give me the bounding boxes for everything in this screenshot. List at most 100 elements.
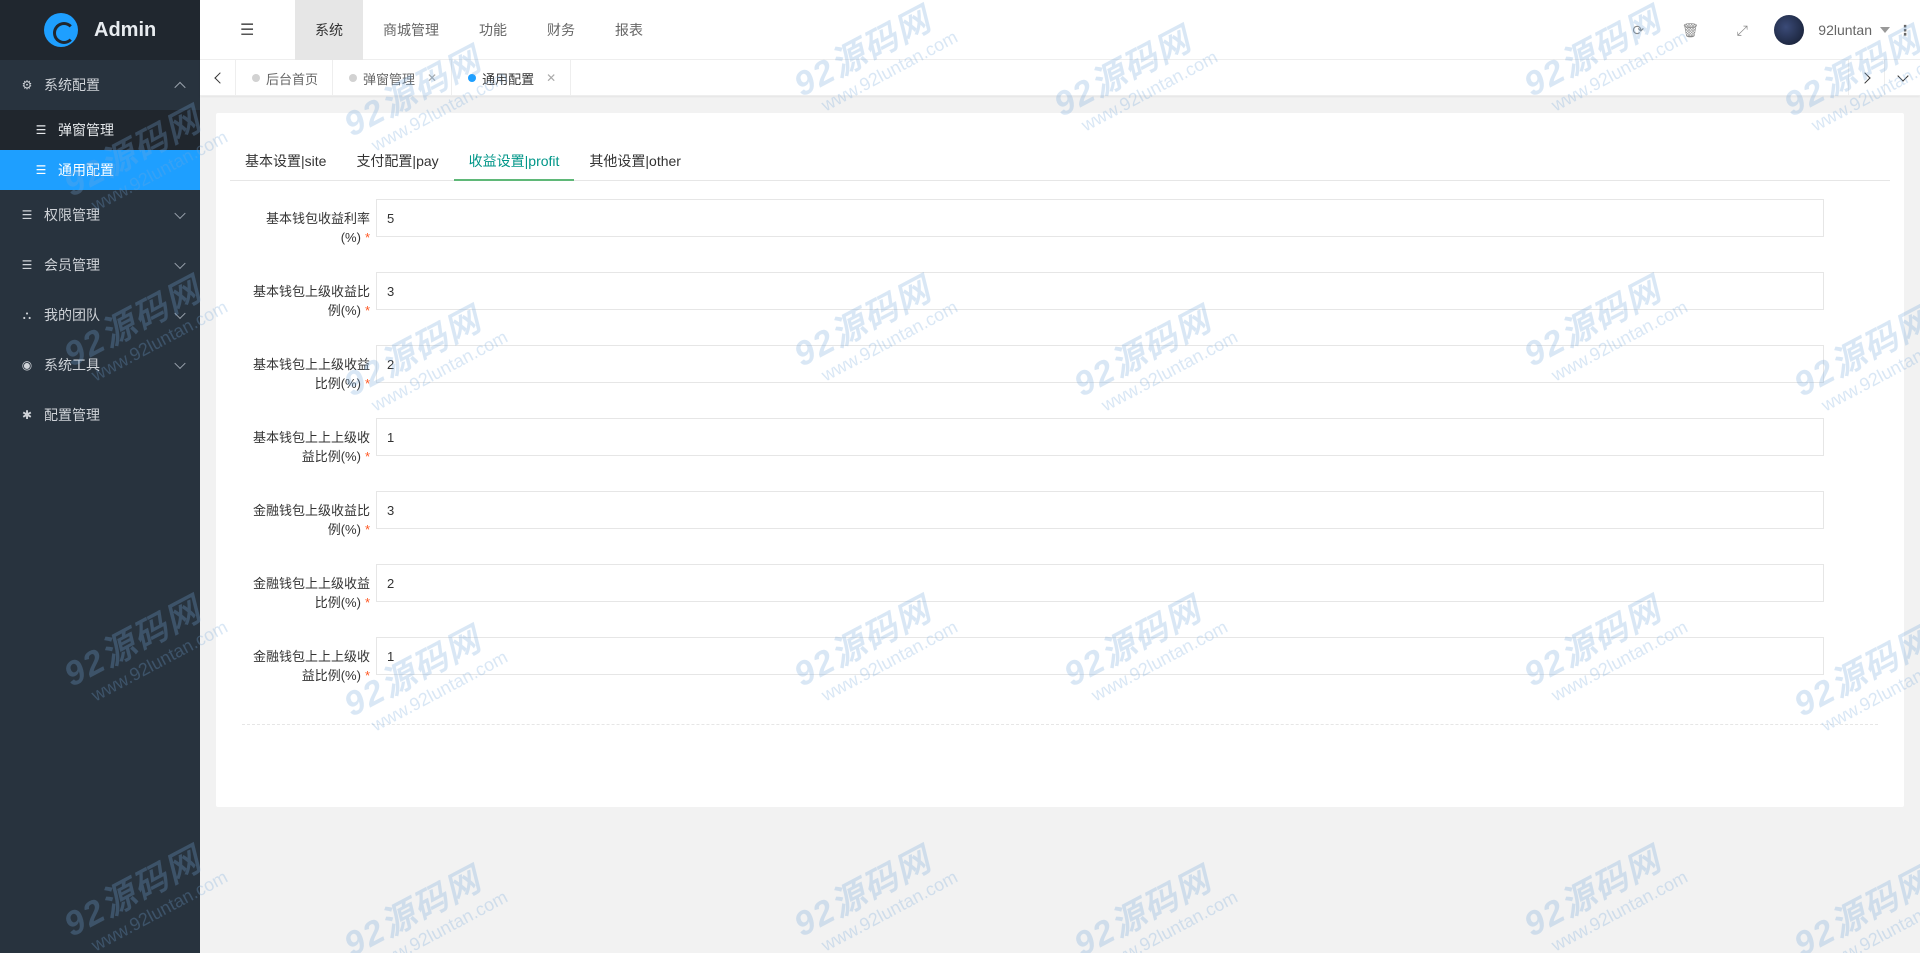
list-icon: ☰: [21, 258, 33, 272]
sidebar: Admin ⚙ 系统配置 ☰ 弹窗管理 ☰ 通用配置 ☰ 权限管理 ☰ 会员管理…: [0, 0, 200, 953]
username: 92luntan: [1818, 22, 1872, 38]
watermark: 92源码网 www.92luntan.com: [1067, 860, 1241, 953]
chevron-down-icon: [174, 257, 186, 270]
finance-wallet-level2-input[interactable]: [376, 564, 1824, 602]
form-row: 基本钱包收益利率(%) *: [246, 199, 1846, 259]
tab-pay[interactable]: 支付配置|pay: [341, 141, 453, 181]
basic-wallet-rate-input[interactable]: [376, 199, 1824, 237]
field-label: 基本钱包上级收益比例(%) *: [252, 284, 370, 318]
form-divider: [242, 724, 1878, 725]
tab-dot: [468, 74, 477, 82]
watermark: 92源码网 www.92luntan.com: [1517, 840, 1691, 953]
config-card: 基本设置|site 支付配置|pay 收益设置|profit 其他设置|othe…: [216, 113, 1904, 807]
page-tabs-bar: 后台首页 弹窗管理 ✕ 通用配置 ✕: [200, 60, 1920, 96]
field-label: 基本钱包收益利率(%) *: [265, 211, 370, 245]
nav-mall[interactable]: 商城管理: [363, 0, 459, 60]
tab-site[interactable]: 基本设置|site: [230, 141, 341, 181]
page-tab-general-config[interactable]: 通用配置 ✕: [452, 60, 572, 96]
form-row: 金融钱包上上上级收益比例(%) *: [246, 637, 1846, 697]
list-icon: ☰: [35, 163, 47, 177]
form-row: 基本钱包上上级收益比例(%) *: [246, 345, 1846, 405]
field-label: 金融钱包上上上级收益比例(%) *: [252, 649, 370, 683]
close-icon[interactable]: ✕: [546, 71, 556, 85]
chevron-up-icon: [174, 81, 186, 94]
close-icon[interactable]: ✕: [427, 71, 437, 85]
chevron-left-icon: [213, 72, 226, 84]
tab-dot: [349, 74, 358, 82]
nav-finance[interactable]: 财务: [527, 0, 595, 60]
chevron-down-icon: [174, 207, 186, 220]
trash-icon[interactable]: 🗑: [1664, 22, 1716, 39]
chevron-down-icon: [174, 307, 186, 320]
sidebar-item-members[interactable]: ☰ 会员管理: [0, 240, 200, 290]
tab-other[interactable]: 其他设置|other: [574, 141, 696, 181]
field-label: 基本钱包上上级收益比例(%) *: [252, 357, 370, 391]
page-tab-label: 通用配置: [482, 71, 535, 87]
chevron-right-icon: [1858, 72, 1871, 84]
menu-fold-icon[interactable]: ☰: [240, 20, 254, 40]
form-tabs: 基本设置|site 支付配置|pay 收益设置|profit 其他设置|othe…: [230, 141, 1890, 181]
sidebar-subitem-general-config[interactable]: ☰ 通用配置: [0, 150, 200, 190]
sidebar-item-label: 系统配置: [44, 77, 100, 93]
more-vertical-icon[interactable]: ⋮: [1890, 22, 1920, 39]
sidebar-item-label: 配置管理: [44, 407, 100, 423]
finance-wallet-level3-input[interactable]: [376, 637, 1824, 675]
brand-title: Admin: [94, 18, 157, 41]
tab-dot: [252, 74, 260, 82]
page-tab-label: 弹窗管理: [363, 71, 416, 87]
refresh-icon[interactable]: ⟳: [1612, 22, 1664, 39]
list-icon: ☰: [21, 208, 33, 222]
form-row: 基本钱包上上上级收益比例(%) *: [246, 418, 1846, 478]
form-row: 基本钱包上级收益比例(%) *: [246, 272, 1846, 332]
sidebar-item-label: 权限管理: [44, 207, 100, 223]
asterisk-icon: ✱: [21, 408, 33, 422]
header: ☰ 系统 商城管理 功能 财务 报表 ⟳ 🗑 ⤢ 92luntan ⋮: [200, 0, 1920, 60]
brand[interactable]: Admin: [0, 0, 200, 60]
avatar: [1774, 15, 1805, 45]
tabs-scroll-right-button[interactable]: [1848, 60, 1884, 96]
chevron-down-icon: [1896, 70, 1909, 82]
header-tools: ⟳ 🗑 ⤢ 92luntan ⋮: [1612, 0, 1920, 60]
sidebar-item-team[interactable]: ⛬ 我的团队: [0, 290, 200, 340]
sidebar-item-label: 系统工具: [44, 357, 100, 373]
sidebar-item-label: 会员管理: [44, 257, 100, 273]
sitemap-icon: ⛬: [22, 307, 32, 322]
watermark: 92源码网 www.92luntan.com: [787, 840, 961, 953]
nav-system[interactable]: 系统: [295, 0, 363, 60]
page-tab-popup[interactable]: 弹窗管理 ✕: [333, 60, 453, 96]
finance-wallet-level1-input[interactable]: [376, 491, 1824, 529]
tabs-scroll-left-button[interactable]: [200, 60, 236, 96]
watermark: 92源码网 www.92luntan.com: [1787, 860, 1920, 953]
page-tab-home[interactable]: 后台首页: [236, 60, 334, 96]
fullscreen-icon[interactable]: ⤢: [1716, 22, 1768, 39]
page-tab-label: 后台首页: [266, 71, 319, 87]
nav-functions[interactable]: 功能: [459, 0, 527, 60]
gears-icon: ⚙: [21, 78, 33, 92]
field-label: 金融钱包上上级收益比例(%) *: [252, 576, 370, 610]
basic-wallet-level1-input[interactable]: [376, 272, 1824, 310]
sidebar-item-label: 我的团队: [44, 307, 100, 323]
submenu-system-config: ☰ 弹窗管理 ☰ 通用配置: [0, 110, 200, 190]
basic-wallet-level2-input[interactable]: [376, 345, 1824, 383]
compass-icon: ◉: [21, 358, 33, 372]
sidebar-item-config-manage[interactable]: ✱ 配置管理: [0, 390, 200, 440]
sidebar-subitem-label: 通用配置: [58, 162, 114, 178]
nav-reports[interactable]: 报表: [595, 0, 663, 60]
user-menu[interactable]: 92luntan: [1774, 15, 1890, 45]
sidebar-item-permissions[interactable]: ☰ 权限管理: [0, 190, 200, 240]
sidebar-item-system-config[interactable]: ⚙ 系统配置: [0, 60, 200, 110]
watermark: 92源码网 www.92luntan.com: [337, 860, 511, 953]
basic-wallet-level3-input[interactable]: [376, 418, 1824, 456]
top-nav: 系统 商城管理 功能 财务 报表: [295, 0, 663, 60]
page-tabs: 后台首页 弹窗管理 ✕ 通用配置 ✕: [236, 60, 572, 96]
sidebar-subitem-popup[interactable]: ☰ 弹窗管理: [0, 110, 200, 150]
field-label: 基本钱包上上上级收益比例(%) *: [252, 430, 370, 464]
list-icon: ☰: [35, 123, 47, 137]
field-label: 金融钱包上级收益比例(%) *: [252, 503, 370, 537]
form-row: 金融钱包上级收益比例(%) *: [246, 491, 1846, 551]
sidebar-subitem-label: 弹窗管理: [58, 122, 114, 138]
form-row: 金融钱包上上级收益比例(%) *: [246, 564, 1846, 624]
tab-profit[interactable]: 收益设置|profit: [453, 141, 575, 181]
tabs-dropdown-button[interactable]: [1884, 60, 1920, 96]
sidebar-item-tools[interactable]: ◉ 系统工具: [0, 340, 200, 390]
